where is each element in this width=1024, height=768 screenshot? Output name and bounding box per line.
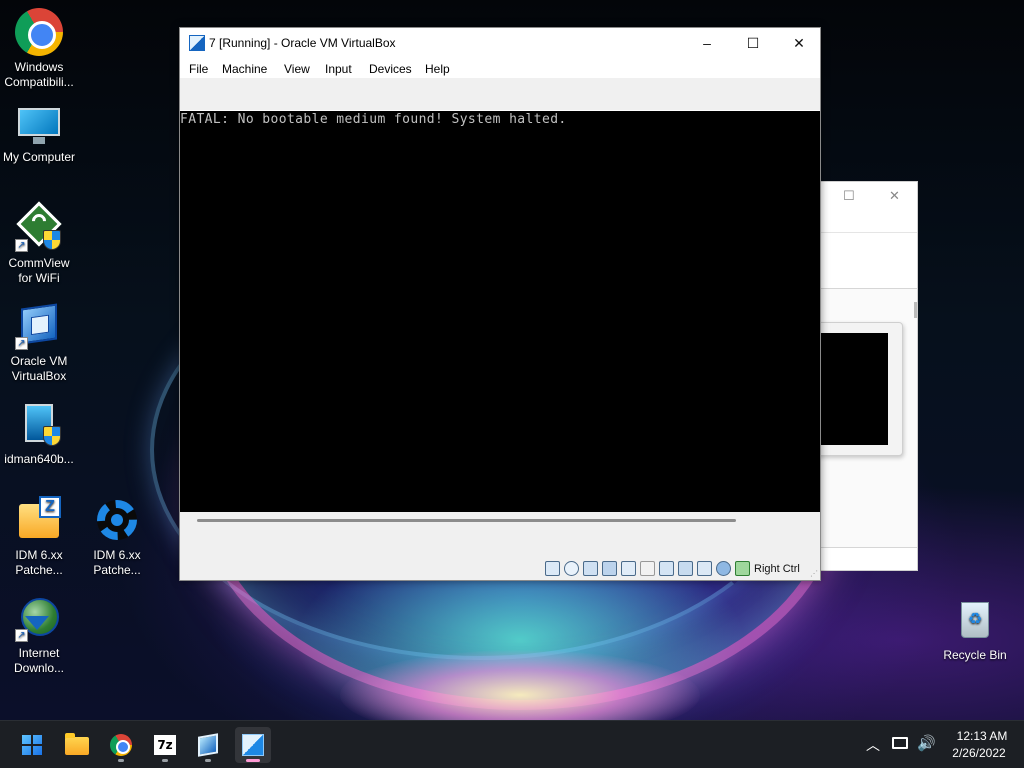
keyboard-capture-icon[interactable] [735, 561, 750, 576]
status-area: Right Ctrl ⋰ [180, 512, 820, 580]
gear-icon [93, 496, 141, 544]
desktop-icon-label: IDM 6.xx Patche... [15, 548, 63, 577]
resize-grip-icon[interactable]: ⋰ [810, 570, 818, 578]
file-explorer-icon [65, 733, 89, 755]
horizontal-scrollbar[interactable] [197, 519, 736, 522]
title-bar[interactable]: 7 [Running] - Oracle VM VirtualBox – ☐ ✕ [180, 28, 820, 60]
taskbar-virtualbox[interactable] [190, 727, 226, 763]
close-button[interactable]: ✕ [776, 28, 822, 58]
virtualbox-vm-icon [242, 734, 264, 756]
desktop-icon-idm-patch-exe[interactable]: IDM 6.xx Patche... [78, 496, 156, 578]
volume-icon[interactable]: 🔊 [917, 734, 936, 752]
desktop-icon-virtualbox[interactable]: ↗ Oracle VM VirtualBox [0, 302, 78, 384]
desktop-icon-label: CommView for WiFi [8, 256, 70, 285]
maximize-button[interactable]: ☐ [730, 28, 776, 58]
shared-folders-icon[interactable] [640, 561, 655, 576]
desktop-icon-label: Windows Compatibili... [4, 60, 74, 89]
start-button[interactable] [14, 727, 50, 763]
optical-drive-icon[interactable] [564, 561, 579, 576]
desktop-icon-windows-compatibility[interactable]: Windows Compatibili... [0, 8, 78, 90]
desktop-icon-idman-installer[interactable]: idman640b... [0, 400, 78, 467]
menu-input[interactable]: Input [325, 62, 352, 76]
show-hidden-icons-chevron-icon[interactable]: ︿ [866, 735, 880, 755]
menu-view[interactable]: View [284, 62, 310, 76]
host-key-label: Right Ctrl [754, 563, 800, 575]
vm-window[interactable]: 7 [Running] - Oracle VM VirtualBox – ☐ ✕… [179, 27, 821, 581]
hard-disk-icon[interactable] [545, 561, 560, 576]
clock-date[interactable]: 2/26/2022 [946, 746, 1012, 760]
toolbar-strip [180, 78, 820, 110]
recycle-bin-icon: ♻ [951, 596, 999, 644]
running-indicator [205, 759, 211, 762]
commview-icon: ↗ [15, 201, 63, 252]
desktop-icon-idm-patch-zip[interactable]: Z IDM 6.xx Patche... [0, 496, 78, 578]
usb-icon[interactable] [621, 561, 636, 576]
chrome-icon [110, 734, 132, 756]
menu-file[interactable]: File [189, 62, 208, 76]
running-indicator [118, 759, 124, 762]
clock-time[interactable]: 12:13 AM [952, 729, 1012, 743]
taskbar-chrome[interactable] [103, 727, 139, 763]
uac-shield-icon [43, 230, 61, 250]
video-capture-icon[interactable] [678, 561, 693, 576]
taskbar: 7z ︿ 🔊 12:13 AM 2/26/2022 [0, 720, 1024, 768]
desktop-icon-label: Recycle Bin [943, 648, 1007, 662]
menu-machine[interactable]: Machine [222, 62, 267, 76]
desktop-icon-label: idman640b... [4, 452, 74, 466]
desktop-icon-internet-download-manager[interactable]: ↗ Internet Downlo... [0, 594, 78, 676]
guest-display[interactable]: FATAL: No bootable medium found! System … [180, 111, 820, 512]
running-indicator [162, 759, 168, 762]
monitor-icon [16, 106, 62, 146]
desktop-icon-label: Internet Downlo... [13, 646, 65, 675]
idm-globe-icon: ↗ [15, 594, 63, 642]
window-title: 7 [Running] - Oracle VM VirtualBox [209, 36, 396, 50]
active-indicator [246, 759, 260, 762]
virtualbox-icon [198, 733, 218, 757]
toolbar-divider [819, 232, 917, 233]
taskbar-file-explorer[interactable] [59, 727, 95, 763]
desktop-icon-recycle-bin[interactable]: ♻ Recycle Bin [936, 596, 1014, 663]
taskbar-virtualbox-vm[interactable] [235, 727, 271, 763]
zip-folder-icon: Z [15, 496, 63, 544]
vm-preview-frame [813, 322, 903, 456]
mouse-integration-icon[interactable] [716, 561, 731, 576]
start-icon [22, 735, 42, 755]
close-button[interactable]: ✕ [889, 188, 900, 204]
virtualbox-icon: ↗ [15, 302, 63, 350]
shortcut-arrow-icon: ↗ [15, 337, 28, 350]
installer-icon [15, 400, 63, 448]
network-icon[interactable] [892, 737, 908, 749]
vm-preview-screen [816, 333, 888, 445]
scrollbar[interactable] [914, 302, 917, 318]
shortcut-arrow-icon: ↗ [15, 629, 28, 642]
chrome-icon [15, 8, 63, 56]
boot-error-message: FATAL: No bootable medium found! System … [180, 112, 567, 127]
network-icon[interactable] [602, 561, 617, 576]
virtualbox-vm-icon [189, 35, 205, 51]
minimize-button[interactable]: – [684, 28, 730, 58]
uac-shield-icon [43, 426, 61, 446]
display-icon[interactable] [659, 561, 674, 576]
desktop-icon-commview[interactable]: ↗ CommView for WiFi [0, 201, 78, 286]
taskbar-7zip[interactable]: 7z [147, 727, 183, 763]
audio-icon[interactable] [583, 561, 598, 576]
desktop-icon-label: Oracle VM VirtualBox [10, 354, 68, 383]
desktop-icon-label: My Computer [2, 150, 76, 164]
maximize-button[interactable]: ☐ [843, 188, 855, 204]
menu-help[interactable]: Help [425, 62, 450, 76]
shortcut-arrow-icon: ↗ [15, 239, 28, 252]
7zip-icon: 7z [154, 735, 176, 755]
virtualbox-manager-window[interactable]: ☐ ✕ [813, 181, 918, 571]
menu-devices[interactable]: Devices [369, 62, 412, 76]
desktop-icon-label: IDM 6.xx Patche... [93, 548, 141, 577]
vm-state-icon[interactable] [697, 561, 712, 576]
desktop-icon-my-computer[interactable]: My Computer [0, 106, 78, 165]
